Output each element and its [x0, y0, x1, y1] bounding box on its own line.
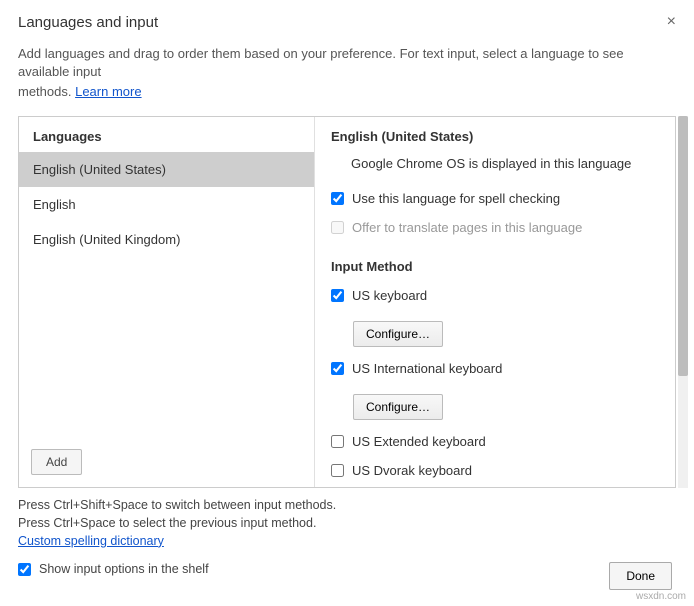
shelf-checkbox[interactable]	[18, 563, 31, 576]
languages-dialog: Languages and input × Add languages and …	[0, 0, 694, 578]
attribution: wsxdn.com	[636, 591, 686, 602]
scrollbar-thumb[interactable]	[678, 116, 688, 376]
us-keyboard-checkbox[interactable]	[331, 289, 344, 302]
subtitle-text-a: Add languages and drag to order them bas…	[18, 46, 624, 79]
us-keyboard-label: US keyboard	[352, 288, 427, 303]
shelf-label: Show input options in the shelf	[39, 560, 209, 578]
dialog-subtitle-2: methods. Learn more	[18, 83, 676, 101]
us-intl-keyboard-label: US International keyboard	[352, 361, 502, 376]
input-method-us-intl-keyboard[interactable]: US International keyboard	[331, 361, 659, 376]
close-icon[interactable]: ×	[667, 14, 676, 30]
input-method-us-keyboard[interactable]: US keyboard	[331, 288, 659, 303]
shelf-option[interactable]: Show input options in the shelf	[18, 560, 676, 578]
spell-check-checkbox[interactable]	[331, 192, 344, 205]
display-language-note: Google Chrome OS is displayed in this la…	[351, 156, 659, 171]
us-ext-keyboard-label: US Extended keyboard	[352, 434, 486, 449]
footer: Press Ctrl+Shift+Space to switch between…	[18, 496, 676, 579]
us-intl-keyboard-checkbox[interactable]	[331, 362, 344, 375]
details-panel: English (United States) Google Chrome OS…	[315, 117, 675, 487]
configure-us-keyboard-button[interactable]: Configure…	[353, 321, 443, 347]
custom-dictionary-link[interactable]: Custom spelling dictionary	[18, 534, 164, 548]
us-ext-keyboard-checkbox[interactable]	[331, 435, 344, 448]
panels-wrap: Languages English (United States) Englis…	[18, 116, 676, 488]
shortcut-hint-1: Press Ctrl+Shift+Space to switch between…	[18, 496, 676, 514]
us-dvorak-keyboard-label: US Dvorak keyboard	[352, 463, 472, 478]
configure-us-intl-keyboard-button[interactable]: Configure…	[353, 394, 443, 420]
spell-check-label: Use this language for spell checking	[352, 191, 560, 206]
languages-panel: Languages English (United States) Englis…	[19, 117, 315, 487]
add-button[interactable]: Add	[31, 449, 82, 475]
dialog-header: Languages and input ×	[18, 14, 676, 45]
input-method-us-dvorak-keyboard[interactable]: US Dvorak keyboard	[331, 463, 659, 478]
translate-checkbox	[331, 221, 344, 234]
dialog-title: Languages and input	[18, 14, 158, 31]
subtitle-text-b: methods.	[18, 84, 75, 99]
spell-check-option[interactable]: Use this language for spell checking	[331, 191, 659, 206]
done-button[interactable]: Done	[609, 562, 672, 590]
input-method-us-ext-keyboard[interactable]: US Extended keyboard	[331, 434, 659, 449]
panels: Languages English (United States) Englis…	[18, 116, 676, 488]
translate-option: Offer to translate pages in this languag…	[331, 220, 659, 235]
language-item-en-us[interactable]: English (United States)	[19, 152, 314, 187]
shortcut-hint-2: Press Ctrl+Space to select the previous …	[18, 514, 676, 532]
learn-more-link[interactable]: Learn more	[75, 84, 141, 99]
language-list: English (United States) English English …	[19, 152, 314, 257]
input-method-heading: Input Method	[331, 259, 659, 274]
dialog-subtitle: Add languages and drag to order them bas…	[18, 45, 676, 81]
us-dvorak-keyboard-checkbox[interactable]	[331, 464, 344, 477]
selected-language-title: English (United States)	[331, 129, 659, 144]
language-item-en[interactable]: English	[19, 187, 314, 222]
translate-label: Offer to translate pages in this languag…	[352, 220, 582, 235]
language-item-en-uk[interactable]: English (United Kingdom)	[19, 222, 314, 257]
languages-heading: Languages	[19, 117, 314, 152]
